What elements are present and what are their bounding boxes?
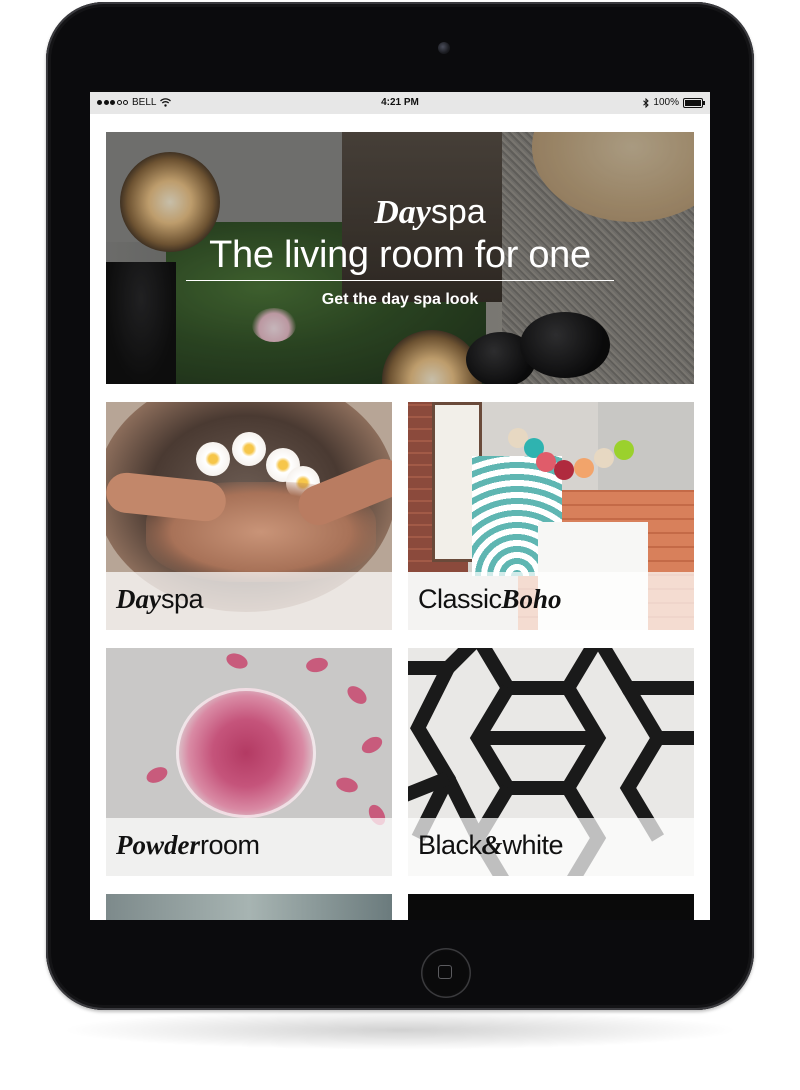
tile-label-light: spa (160, 584, 204, 614)
battery-percent: 100% (653, 97, 679, 108)
battery-icon (683, 97, 705, 108)
hero-banner[interactable]: Dayspa The living room for one Get the d… (106, 132, 694, 384)
petal (304, 656, 330, 674)
petal (334, 775, 360, 795)
tile-black-white[interactable]: Black&white (408, 648, 694, 876)
tile-label: Powderroom (106, 818, 392, 876)
bead (574, 458, 594, 478)
tile-label: Dayspa (106, 572, 392, 630)
home-button[interactable] (421, 948, 471, 998)
petal (344, 682, 370, 708)
hero-brand-logo: Dayspa (136, 194, 694, 231)
tile-label-bold: Powder (116, 830, 200, 860)
bead (614, 440, 634, 460)
battery-group: 100% (643, 97, 705, 108)
tile-label-light: room (200, 830, 260, 860)
tile-label-bold: Boho (501, 584, 562, 614)
petal (224, 650, 250, 672)
petal (358, 733, 386, 757)
bead (536, 452, 556, 472)
bead (554, 460, 574, 480)
hero-brand-light: spa (430, 193, 486, 231)
hero-text: Dayspa The living room for one Get the d… (106, 194, 694, 309)
bluetooth-icon (643, 97, 650, 108)
tile-partial-dark[interactable] (408, 894, 694, 920)
tile-classic-boho[interactable]: ClassicBoho (408, 402, 694, 630)
tile-image-petal-glass (176, 688, 316, 818)
hero-brand-bold: Day (374, 194, 431, 231)
home-square-icon (438, 965, 452, 979)
frangipani-flower (196, 442, 230, 476)
tile-label-bold: & (481, 830, 503, 860)
tile-dayspa[interactable]: Dayspa (106, 402, 392, 630)
tile-label: ClassicBoho (408, 572, 694, 630)
screen: BELL 4:21 PM 100% Dayspa The living room… (90, 92, 710, 920)
bead (594, 448, 614, 468)
tile-label-bold: Day (116, 584, 161, 614)
tile-label-light: white (502, 830, 564, 860)
petal (144, 764, 170, 786)
frangipani-flower (232, 432, 266, 466)
hero-divider (186, 280, 614, 281)
front-camera (438, 42, 450, 54)
tile-label-light: Black (418, 830, 482, 860)
device-shadow (60, 1010, 740, 1050)
tile-partial-stones[interactable] (106, 894, 392, 920)
tile-label-light: Classic (418, 584, 502, 614)
hero-title: The living room for one (209, 234, 591, 276)
clock: 4:21 PM (381, 97, 419, 108)
tile-label: Black&white (408, 818, 694, 876)
hero-subtitle-link[interactable]: Get the day spa look (106, 291, 694, 309)
tile-powder-room[interactable]: Powderroom (106, 648, 392, 876)
status-bar: BELL 4:21 PM 100% (90, 92, 710, 114)
